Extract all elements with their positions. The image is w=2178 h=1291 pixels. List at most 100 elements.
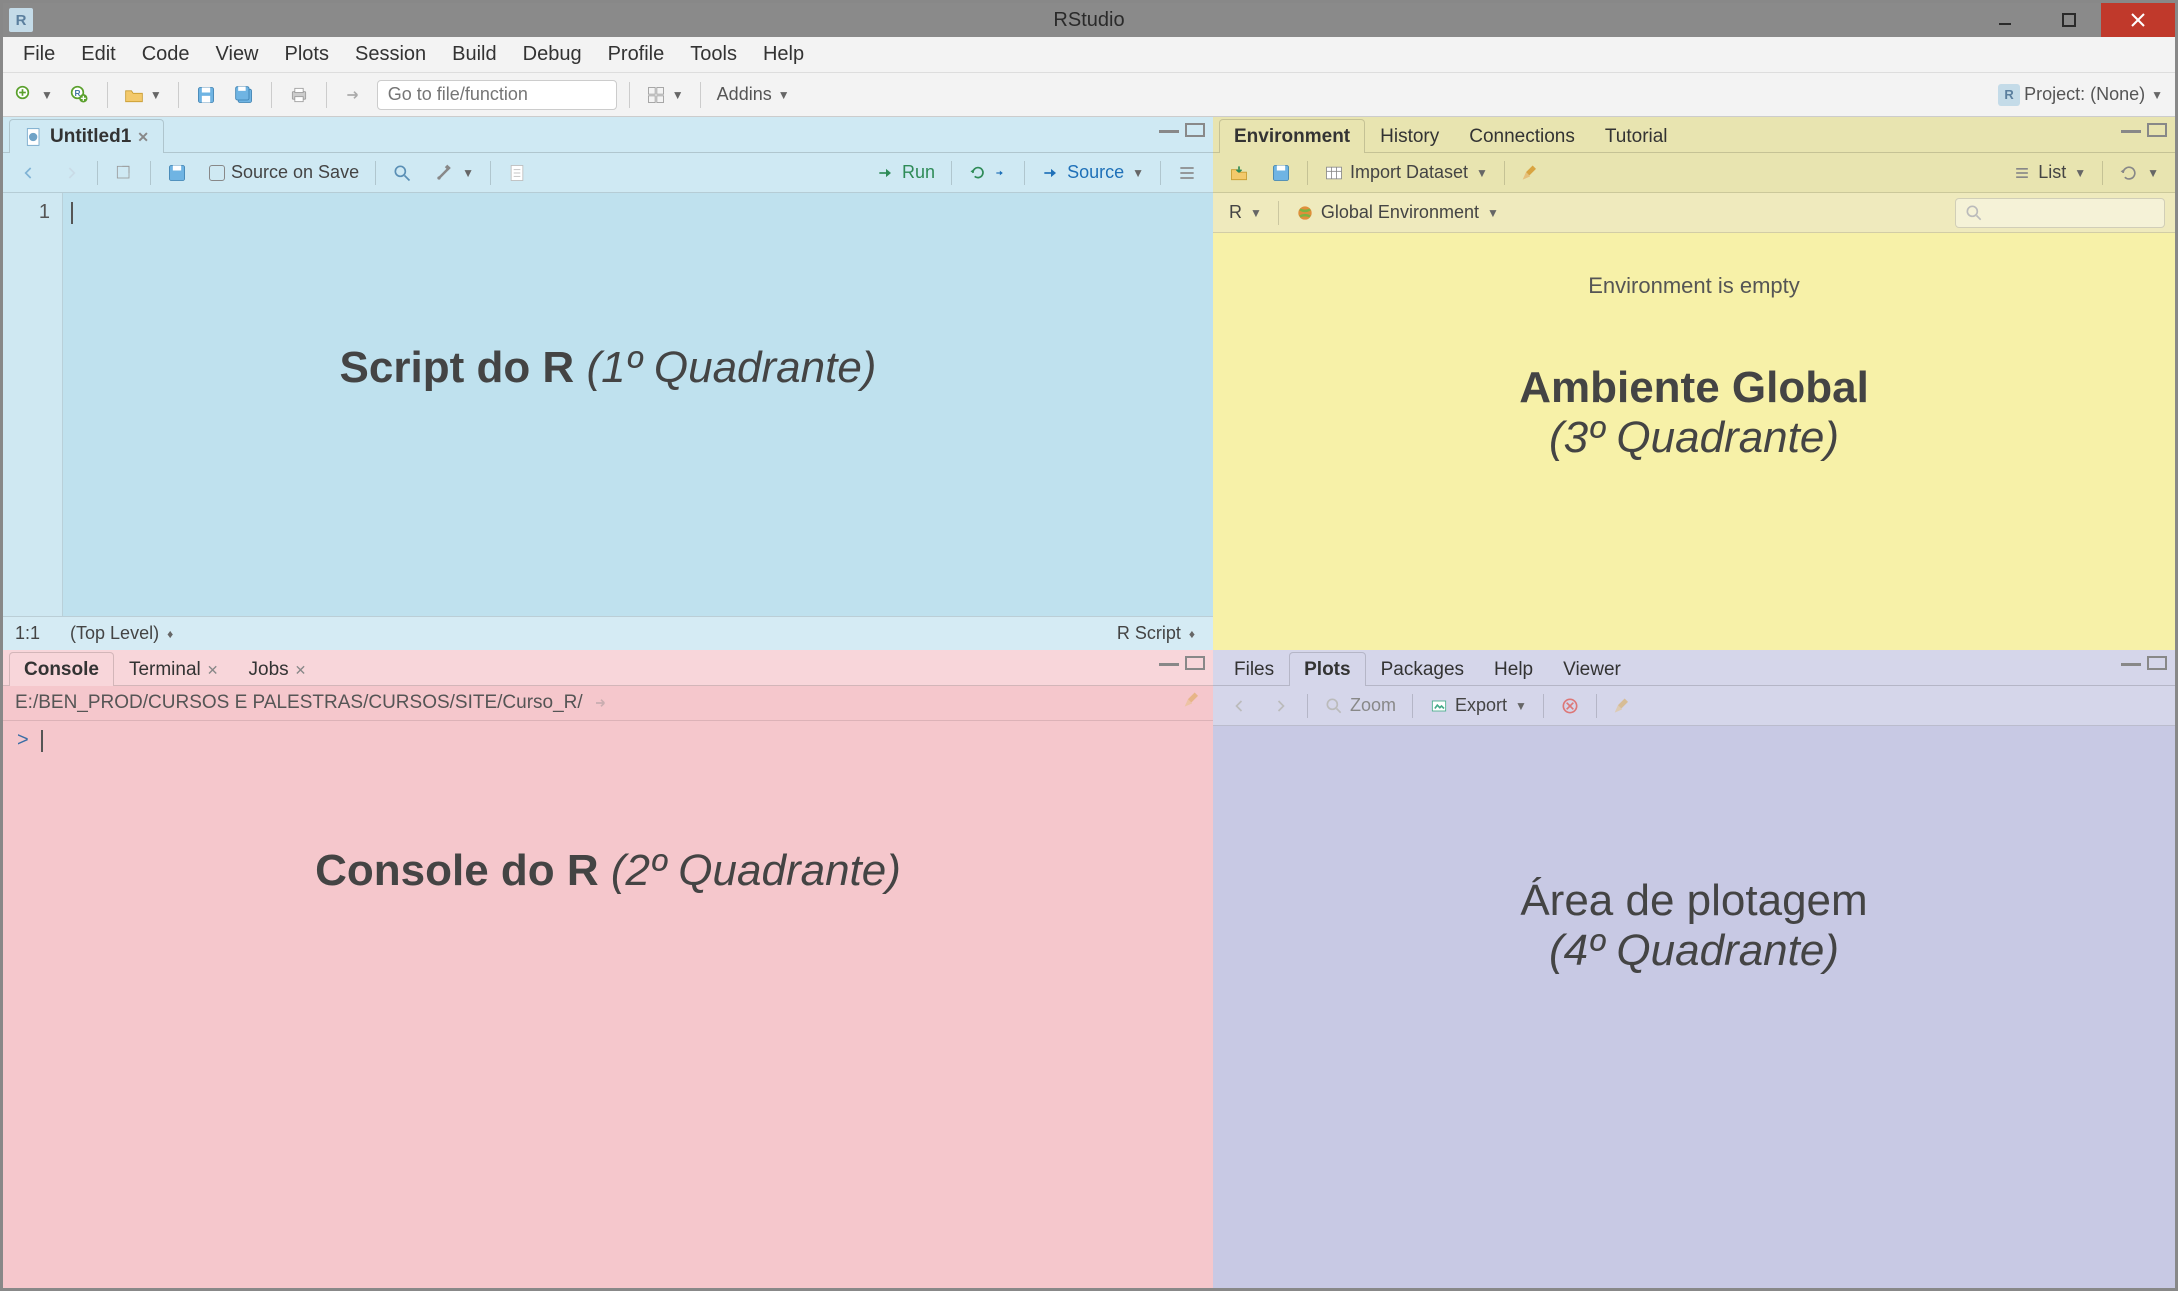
tab-plots[interactable]: Plots xyxy=(1289,652,1365,686)
export-label: Export xyxy=(1455,695,1507,716)
line-gutter: 1 xyxy=(3,193,63,616)
menu-code[interactable]: Code xyxy=(130,39,202,70)
globe-icon xyxy=(1295,203,1315,223)
menu-help[interactable]: Help xyxy=(751,39,816,70)
refresh-button[interactable]: ▼ xyxy=(2113,161,2165,185)
menu-profile[interactable]: Profile xyxy=(596,39,677,70)
source-tab-untitled[interactable]: Untitled1 ✕ xyxy=(9,119,164,153)
menu-debug[interactable]: Debug xyxy=(511,39,594,70)
workspace-panes-button[interactable]: ▼ xyxy=(642,80,688,110)
show-in-new-window-button[interactable] xyxy=(108,161,140,185)
save-button[interactable] xyxy=(191,80,221,110)
source-toolbar: Source on Save ▼ Run Source ▼ xyxy=(3,153,1213,193)
export-button[interactable]: Export▼ xyxy=(1423,693,1533,718)
tab-history[interactable]: History xyxy=(1365,119,1454,153)
plots-toolbar: Zoom Export▼ xyxy=(1213,686,2175,726)
menu-tools[interactable]: Tools xyxy=(678,39,749,70)
source-tab-label: Untitled1 xyxy=(50,126,131,148)
goto-dir-icon[interactable] xyxy=(591,693,611,713)
tab-jobs[interactable]: Jobs ✕ xyxy=(234,652,322,686)
open-file-button[interactable]: ▼ xyxy=(120,80,166,110)
source-on-save-toggle[interactable]: Source on Save xyxy=(203,160,365,185)
pane-maximize-icon[interactable] xyxy=(2147,123,2167,137)
clear-workspace-button[interactable] xyxy=(1515,161,1547,185)
source-on-save-label: Source on Save xyxy=(231,162,359,183)
plot-prev-button[interactable] xyxy=(1223,694,1255,718)
run-button[interactable]: Run xyxy=(870,160,941,185)
tab-environment[interactable]: Environment xyxy=(1219,119,1365,153)
pane-grid: Untitled1 ✕ Source on Save ▼ xyxy=(3,117,2175,1288)
filetype-selector[interactable]: R Script ♦ xyxy=(1111,621,1201,646)
pane-minimize-icon[interactable] xyxy=(2121,123,2141,133)
plot-next-button[interactable] xyxy=(1265,694,1297,718)
tab-files[interactable]: Files xyxy=(1219,652,1289,686)
menu-file[interactable]: File xyxy=(11,39,67,70)
new-project-button[interactable]: R xyxy=(65,80,95,110)
save-source-button[interactable] xyxy=(161,161,193,185)
close-tab-icon[interactable]: ✕ xyxy=(137,129,149,146)
maximize-button[interactable] xyxy=(2037,3,2101,37)
tab-packages[interactable]: Packages xyxy=(1366,652,1479,686)
scope-selector[interactable]: (Top Level) ♦ xyxy=(64,621,179,646)
pane-minimize-icon[interactable] xyxy=(2121,656,2141,666)
search-icon xyxy=(1964,203,1984,223)
remove-plot-button[interactable] xyxy=(1554,694,1586,718)
tab-viewer[interactable]: Viewer xyxy=(1548,652,1636,686)
tab-tutorial[interactable]: Tutorial xyxy=(1590,119,1683,153)
pane-minimize-icon[interactable] xyxy=(1159,123,1179,133)
save-workspace-button[interactable] xyxy=(1265,161,1297,185)
close-button[interactable] xyxy=(2101,3,2175,37)
pane-minimize-icon[interactable] xyxy=(1159,656,1179,666)
load-workspace-button[interactable] xyxy=(1223,161,1255,185)
menu-build[interactable]: Build xyxy=(440,39,508,70)
env-search-input[interactable] xyxy=(1955,198,2165,228)
nav-fwd-button[interactable] xyxy=(55,161,87,185)
editor-area[interactable] xyxy=(63,193,1213,616)
env-tabstrip: Environment History Connections Tutorial xyxy=(1213,117,2175,153)
compile-report-button[interactable] xyxy=(501,161,533,185)
addins-button[interactable]: Addins ▼ xyxy=(713,80,794,110)
console-body[interactable]: E:/BEN_PROD/CURSOS E PALESTRAS/CURSOS/SI… xyxy=(3,686,1213,1288)
editor-body[interactable]: 1 1:1 (Top Level) ♦ R Script ♦ Script do… xyxy=(3,193,1213,650)
tab-connections[interactable]: Connections xyxy=(1454,119,1590,153)
console-prompt[interactable]: > xyxy=(3,721,1213,758)
import-dataset-button[interactable]: Import Dataset▼ xyxy=(1318,160,1494,185)
zoom-button[interactable]: Zoom xyxy=(1318,693,1402,718)
project-menu[interactable]: R Project: (None) ▼ xyxy=(1994,80,2167,110)
clear-plots-button[interactable] xyxy=(1607,694,1639,718)
rerun-button[interactable] xyxy=(962,161,1014,185)
menu-view[interactable]: View xyxy=(204,39,271,70)
goto-file-input[interactable] xyxy=(377,80,617,110)
menu-edit[interactable]: Edit xyxy=(69,39,127,70)
clear-console-button[interactable] xyxy=(1183,690,1203,716)
find-button[interactable] xyxy=(386,161,418,185)
close-tab-icon[interactable]: ✕ xyxy=(207,662,219,679)
language-selector[interactable]: R▼ xyxy=(1223,200,1268,225)
menu-session[interactable]: Session xyxy=(343,39,438,70)
pane-maximize-icon[interactable] xyxy=(1185,656,1205,670)
project-icon: R xyxy=(1998,84,2020,106)
tab-terminal[interactable]: Terminal ✕ xyxy=(114,652,234,686)
cursor-position: 1:1 xyxy=(15,623,40,644)
view-mode-button[interactable]: List▼ xyxy=(2006,160,2092,185)
close-tab-icon[interactable]: ✕ xyxy=(295,662,307,679)
tab-help[interactable]: Help xyxy=(1479,652,1548,686)
project-label: Project: (None) xyxy=(2024,84,2145,105)
print-button[interactable] xyxy=(284,80,314,110)
code-tools-button[interactable]: ▼ xyxy=(428,161,480,185)
tab-console[interactable]: Console xyxy=(9,652,114,686)
new-file-button[interactable]: ▼ xyxy=(11,80,57,110)
outline-button[interactable] xyxy=(1171,161,1203,185)
minimize-button[interactable] xyxy=(1973,3,2037,37)
menu-plots[interactable]: Plots xyxy=(273,39,341,70)
plots-pane: Files Plots Packages Help Viewer Zoom Ex… xyxy=(1213,650,2175,1288)
nav-back-button[interactable] xyxy=(13,161,45,185)
env-scope-selector[interactable]: Global Environment▼ xyxy=(1289,200,1505,225)
rscript-file-icon xyxy=(24,127,44,147)
plot-area: Área de plotagem (4º Quadrante) xyxy=(1213,726,2175,1288)
source-button[interactable]: Source ▼ xyxy=(1035,160,1150,185)
pane-maximize-icon[interactable] xyxy=(1185,123,1205,137)
console-working-dir[interactable]: E:/BEN_PROD/CURSOS E PALESTRAS/CURSOS/SI… xyxy=(3,686,1213,721)
pane-maximize-icon[interactable] xyxy=(2147,656,2167,670)
save-all-button[interactable] xyxy=(229,80,259,110)
